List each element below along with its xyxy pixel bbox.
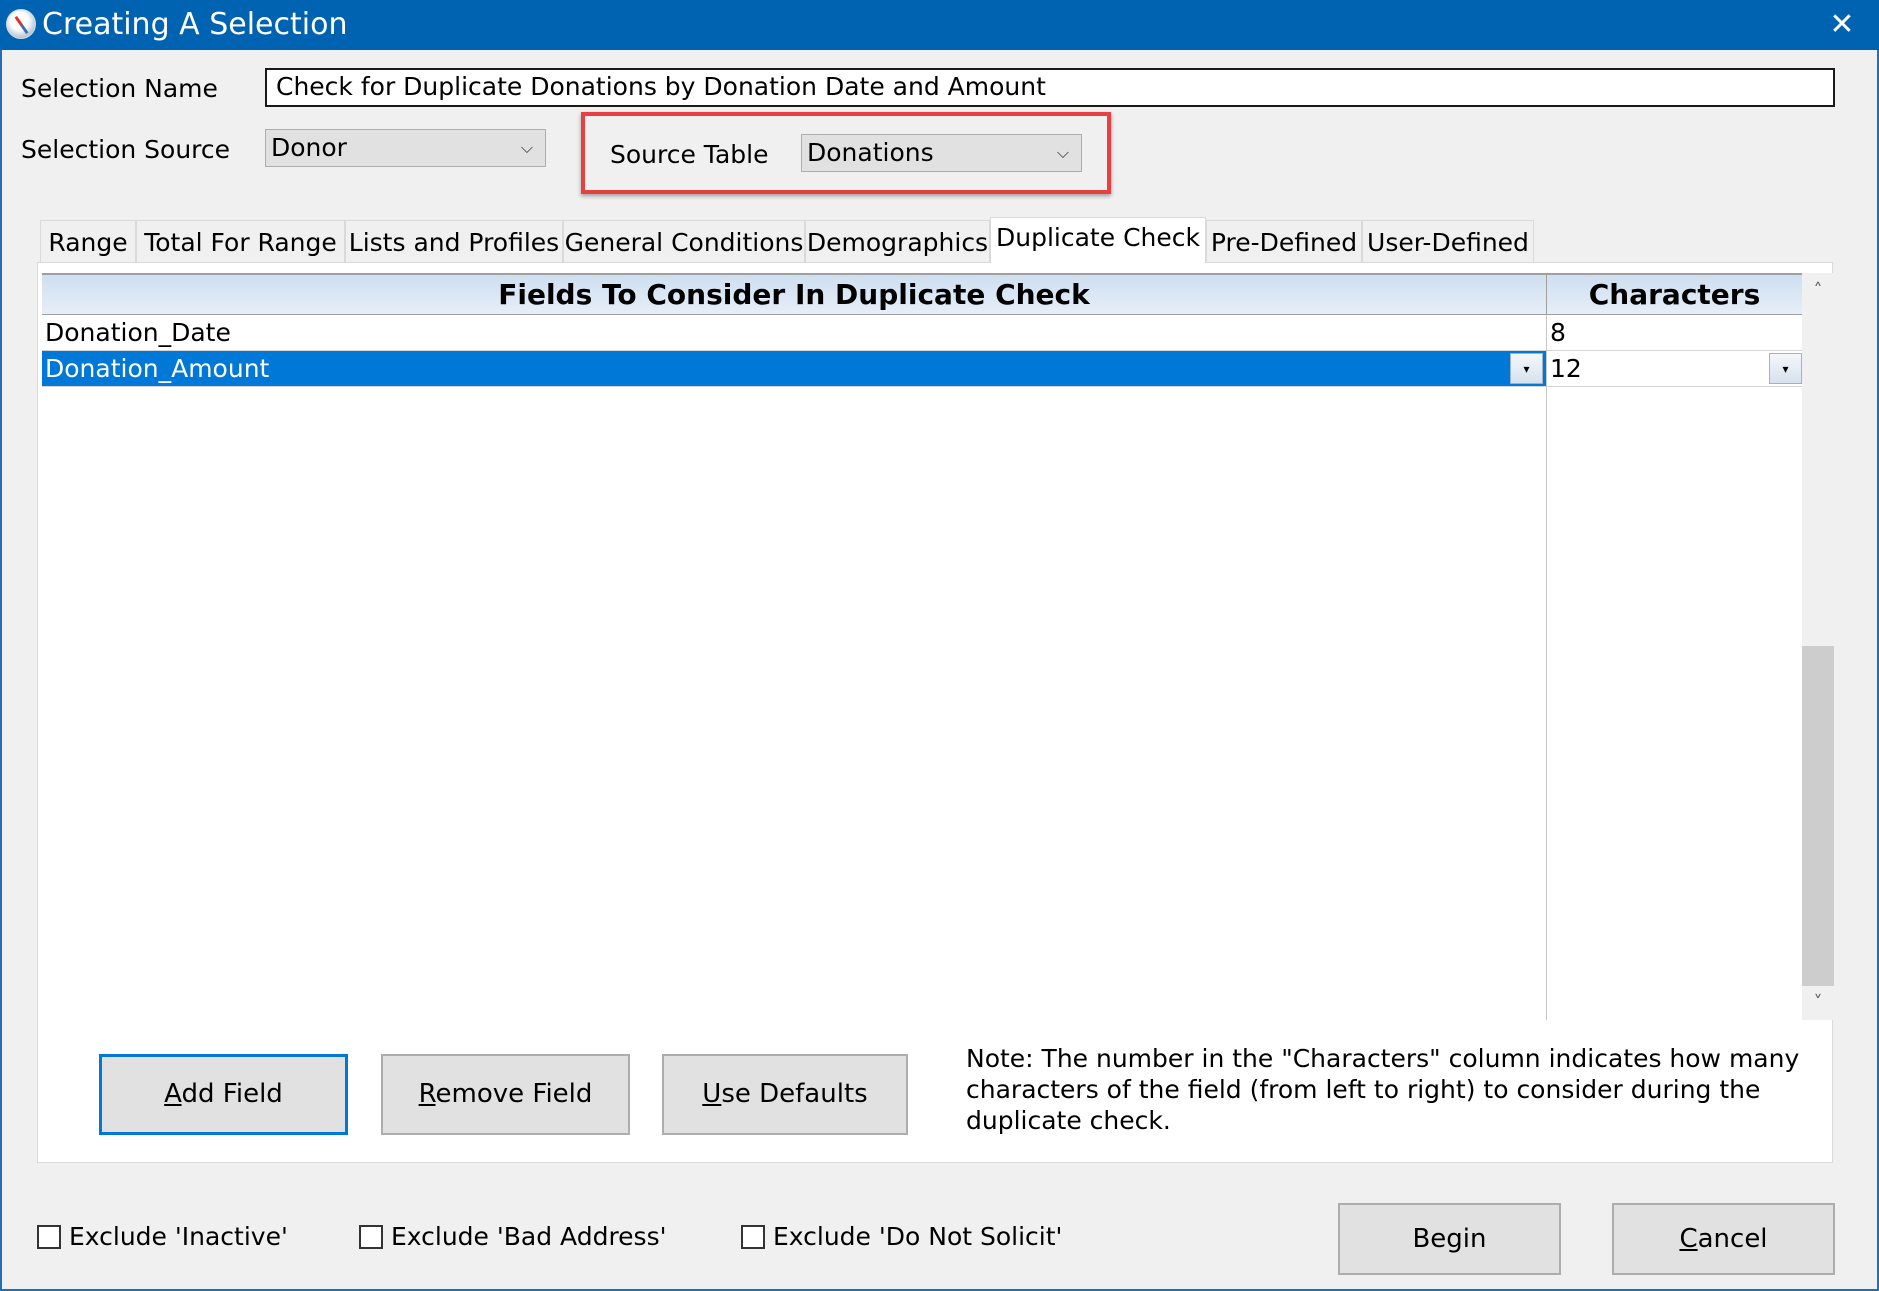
close-button[interactable]: ✕ — [1812, 0, 1872, 50]
button-label: ancel — [1697, 1224, 1768, 1254]
tab-demographics[interactable]: Demographics — [805, 220, 990, 262]
characters-cell[interactable]: 12 — [1547, 351, 1802, 387]
characters-dropdown-button[interactable]: ▾ — [1769, 353, 1802, 384]
exclude-do-not-solicit-label[interactable]: Exclude 'Do Not Solicit' — [773, 1222, 1062, 1252]
exclude-bad-address-checkbox[interactable] — [359, 1225, 383, 1249]
tab-duplicate-check[interactable]: Duplicate Check — [990, 217, 1206, 263]
tab-range[interactable]: Range — [40, 220, 136, 262]
exclude-bad-address-label[interactable]: Exclude 'Bad Address' — [391, 1222, 666, 1252]
button-label: se Defaults — [721, 1079, 868, 1109]
selection-name-label: Selection Name — [21, 74, 218, 103]
scroll-up-icon[interactable]: ˄ — [1802, 276, 1834, 306]
cancel-button[interactable]: Cancel — [1612, 1203, 1835, 1275]
tab-general-conditions[interactable]: General Conditions — [563, 220, 805, 262]
chevron-down-icon: ⌵ — [1056, 143, 1069, 162]
exclude-do-not-solicit-checkbox[interactable] — [741, 1225, 765, 1249]
column-header-fields[interactable]: Fields To Consider In Duplicate Check — [42, 273, 1546, 315]
exclude-inactive-label[interactable]: Exclude 'Inactive' — [69, 1222, 288, 1252]
accelerator-key: U — [702, 1079, 722, 1109]
add-field-button[interactable]: Add Field — [99, 1054, 348, 1135]
characters-cell[interactable]: 8 — [1547, 315, 1802, 351]
begin-button[interactable]: Begin — [1338, 1203, 1561, 1275]
duplicate-check-panel — [37, 262, 1833, 1163]
column-divider — [1546, 315, 1547, 1020]
field-cell: Donation_Date — [45, 318, 231, 347]
accelerator-key: A — [164, 1079, 182, 1109]
button-label: dd Field — [181, 1079, 283, 1109]
selection-source-label: Selection Source — [21, 135, 231, 164]
scroll-down-icon[interactable]: ˅ — [1802, 988, 1834, 1018]
source-table-value: Donations — [807, 138, 934, 167]
button-label: emove Field — [435, 1079, 593, 1109]
selection-source-select[interactable]: Donor ⌵ — [265, 129, 546, 167]
scrollbar-thumb[interactable] — [1802, 646, 1834, 986]
exclude-inactive-checkbox[interactable] — [37, 1225, 61, 1249]
compass-icon — [6, 9, 36, 39]
field-cell: Donation_Amount — [45, 354, 270, 383]
column-header-characters[interactable]: Characters — [1546, 273, 1802, 315]
source-table-select[interactable]: Donations ⌵ — [801, 134, 1082, 172]
window-title: Creating A Selection — [42, 7, 348, 42]
use-defaults-button[interactable]: Use Defaults — [662, 1054, 908, 1135]
duplicate-check-note: Note: The number in the "Characters" col… — [966, 1044, 1800, 1135]
field-dropdown-button[interactable]: ▾ — [1510, 353, 1543, 384]
source-table-label: Source Table — [610, 140, 769, 169]
tab-total-for-range[interactable]: Total For Range — [136, 220, 345, 262]
tab-user-defined[interactable]: User-Defined — [1362, 220, 1534, 262]
selection-name-input[interactable]: Check for Duplicate Donations by Donatio… — [265, 68, 1835, 107]
remove-field-button[interactable]: Remove Field — [381, 1054, 630, 1135]
chevron-down-icon: ⌵ — [520, 138, 533, 157]
table-row-selected[interactable]: Donation_Amount — [42, 351, 1546, 387]
tab-pre-defined[interactable]: Pre-Defined — [1206, 220, 1362, 262]
title-bar: Creating A Selection ✕ — [0, 0, 1879, 50]
table-row[interactable]: Donation_Date — [42, 315, 1546, 351]
close-icon: ✕ — [1829, 7, 1855, 42]
accelerator-key: R — [418, 1079, 436, 1109]
tab-lists-and-profiles[interactable]: Lists and Profiles — [345, 220, 563, 262]
selection-source-value: Donor — [271, 133, 347, 162]
accelerator-key: C — [1679, 1224, 1698, 1254]
